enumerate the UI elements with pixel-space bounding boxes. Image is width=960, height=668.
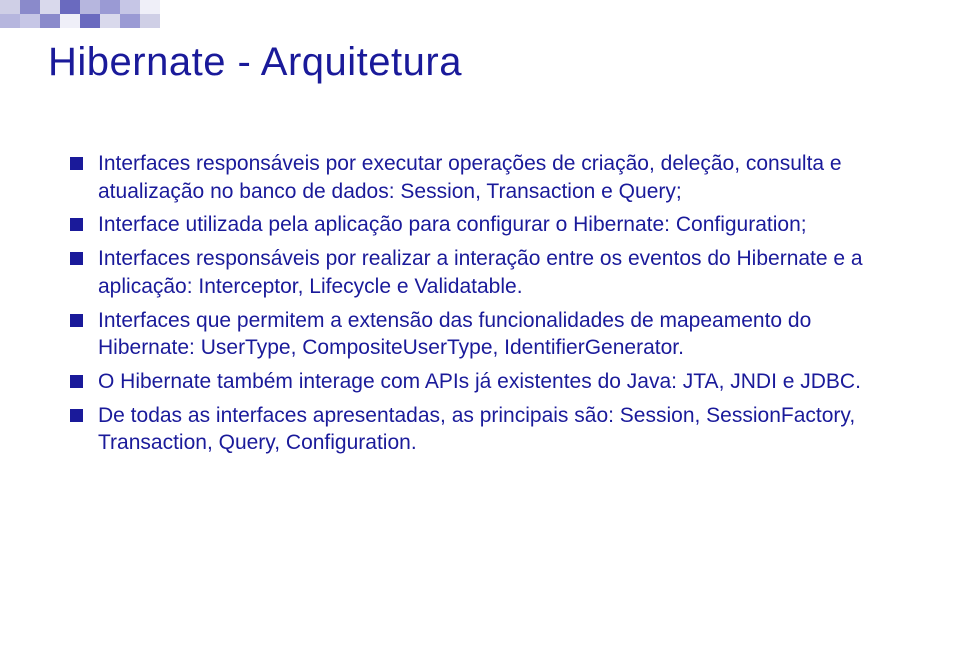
deco-cell xyxy=(120,14,140,28)
deco-cell xyxy=(0,14,20,28)
slide-title: Hibernate - Arquitetura xyxy=(48,40,462,85)
deco-cell xyxy=(20,14,40,28)
slide: Hibernate - Arquitetura Interfaces respo… xyxy=(0,0,960,668)
bullet-item: Interface utilizada pela aplicação para … xyxy=(70,211,900,239)
slide-content: Interfaces responsáveis por executar ope… xyxy=(70,150,900,463)
deco-cell xyxy=(140,14,160,28)
deco-cell xyxy=(60,14,80,28)
bullet-item: O Hibernate também interage com APIs já … xyxy=(70,368,900,396)
bullet-item: Interfaces responsáveis por realizar a i… xyxy=(70,245,900,300)
deco-cell xyxy=(100,14,120,28)
bullet-item: Interfaces responsáveis por executar ope… xyxy=(70,150,900,205)
bullet-list: Interfaces responsáveis por executar ope… xyxy=(70,150,900,457)
bullet-item: De todas as interfaces apresentadas, as … xyxy=(70,402,900,457)
bullet-item: Interfaces que permitem a extensão das f… xyxy=(70,307,900,362)
corner-decoration-row2 xyxy=(0,14,160,28)
deco-cell xyxy=(40,14,60,28)
deco-cell xyxy=(80,14,100,28)
